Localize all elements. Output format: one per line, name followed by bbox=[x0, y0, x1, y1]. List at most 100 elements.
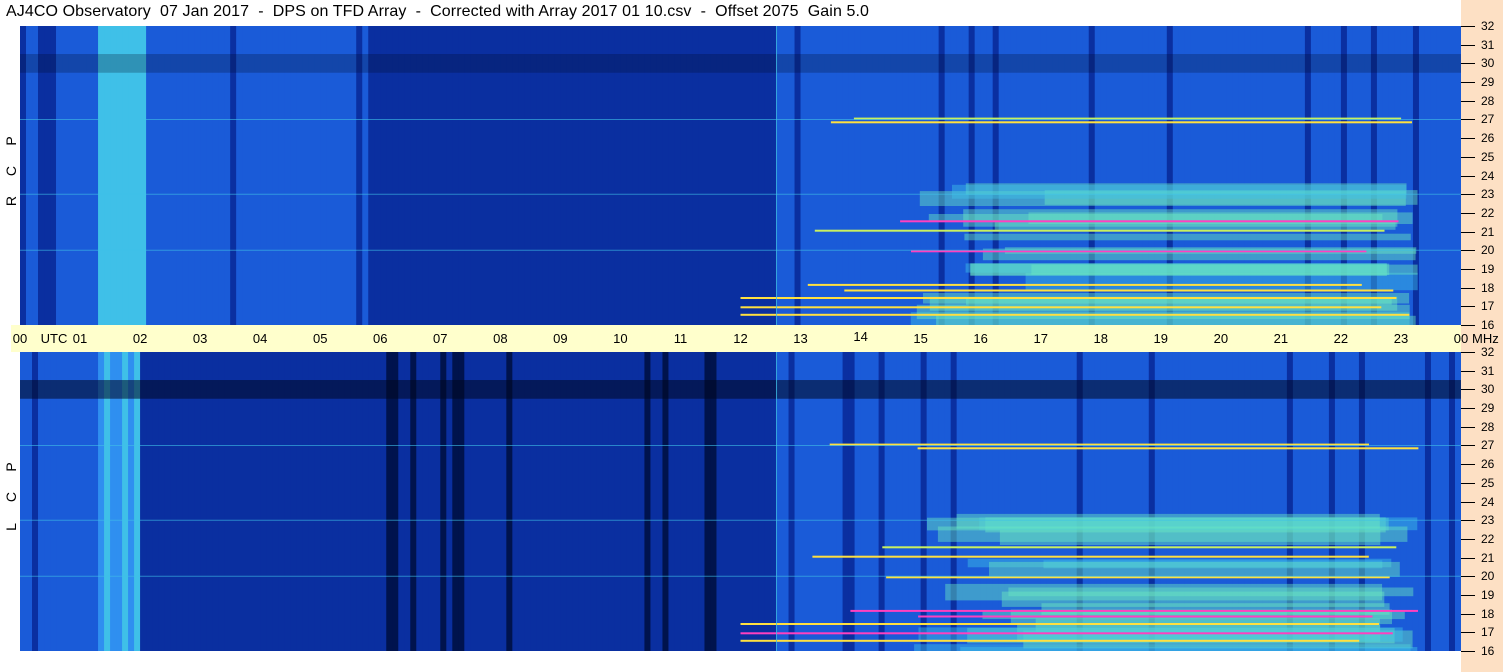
frequency-tick bbox=[1461, 464, 1475, 466]
frequency-tick bbox=[1461, 138, 1475, 140]
frequency-tick bbox=[1461, 632, 1475, 634]
time-tick-label: 18 bbox=[1093, 331, 1108, 346]
lcp-spectrogram bbox=[20, 352, 1461, 651]
interference-streak bbox=[882, 546, 1397, 549]
spectrogram-dark-row bbox=[20, 54, 1461, 73]
frequency-tick-label: 32 bbox=[1481, 19, 1495, 33]
frequency-tick-label: 24 bbox=[1481, 168, 1495, 183]
spectrogram-dark-row bbox=[20, 380, 1461, 399]
time-tick-label: 10 bbox=[613, 331, 628, 346]
time-tick-label: 22 bbox=[1333, 331, 1349, 346]
frequency-tick bbox=[1461, 63, 1475, 65]
frequency-tick-label: 19 bbox=[1481, 261, 1495, 276]
frequency-tick bbox=[1461, 156, 1475, 158]
time-tick-label: 04 bbox=[252, 331, 268, 346]
time-tick-label: 00 bbox=[1453, 331, 1469, 346]
spectrogram-glow bbox=[918, 627, 1403, 642]
time-tick-label: 07 bbox=[433, 331, 448, 346]
time-tick-label: 05 bbox=[312, 331, 328, 346]
frequency-tick bbox=[1461, 613, 1475, 615]
polarization-letter: L bbox=[3, 523, 19, 531]
time-tick-label: 12 bbox=[733, 331, 748, 346]
frequency-tick-label: 21 bbox=[1481, 224, 1495, 239]
frequency-tick bbox=[1461, 44, 1475, 46]
interference-streak bbox=[850, 609, 1418, 612]
time-tick-label: 00 bbox=[12, 331, 28, 346]
rcp-polarization-label: P C R bbox=[3, 126, 19, 216]
time-tick-label: 09 bbox=[553, 331, 568, 346]
frequency-tick bbox=[1461, 408, 1475, 410]
interference-streak bbox=[807, 283, 1362, 286]
time-tick-label: 21 bbox=[1273, 331, 1289, 346]
time-tick-label: 13 bbox=[793, 331, 808, 346]
time-tick-label: 16 bbox=[973, 331, 988, 346]
frequency-tick-label: 25 bbox=[1481, 149, 1495, 164]
frequency-tick-label: 32 bbox=[1481, 345, 1495, 359]
spectrogram-glow bbox=[937, 526, 1408, 542]
spectrogram-glow bbox=[952, 184, 1407, 199]
frequency-tick-label: 28 bbox=[1481, 419, 1495, 434]
frequency-tick-label: 19 bbox=[1481, 587, 1495, 602]
frequency-tick bbox=[1461, 250, 1475, 252]
frequency-tick bbox=[1461, 389, 1475, 391]
time-tick-label: 06 bbox=[373, 331, 388, 346]
frequency-tick-label: 27 bbox=[1481, 438, 1495, 453]
frequency-tick-label: 25 bbox=[1481, 475, 1495, 490]
frequency-tick bbox=[1461, 82, 1475, 84]
interference-streak bbox=[812, 555, 1369, 558]
frequency-tick bbox=[1461, 268, 1475, 270]
time-tick-label: 01 bbox=[72, 331, 88, 346]
chart-title: AJ4CO Observatory 07 Jan 2017 - DPS on T… bbox=[6, 3, 870, 20]
frequency-unit-label: MHz bbox=[1472, 331, 1499, 346]
frequency-tick-label: 29 bbox=[1481, 75, 1495, 90]
spectrogram-glow bbox=[960, 647, 1418, 651]
interference-streak bbox=[740, 306, 1382, 309]
frequency-tick bbox=[1461, 175, 1475, 177]
frequency-tick bbox=[1461, 306, 1475, 308]
time-axis-label: UTC bbox=[40, 331, 68, 346]
time-tick-label: 23 bbox=[1393, 331, 1409, 346]
time-tick-label: 20 bbox=[1213, 331, 1229, 346]
frequency-tick-label: 20 bbox=[1481, 243, 1495, 258]
spectrogram-glow bbox=[970, 263, 1387, 276]
frequency-tick-label: 16 bbox=[1481, 318, 1495, 332]
frequency-tick bbox=[1461, 325, 1475, 326]
frequency-tick-label: 28 bbox=[1481, 93, 1495, 108]
interference-streak bbox=[900, 220, 1399, 223]
interference-streak bbox=[740, 632, 1393, 635]
time-tick-label: 14 bbox=[853, 329, 868, 344]
interference-streak bbox=[844, 289, 1394, 292]
frequency-tick bbox=[1461, 287, 1475, 289]
time-tick-label: 17 bbox=[1033, 331, 1048, 346]
interference-streak bbox=[917, 447, 1419, 450]
frequency-tick-label: 17 bbox=[1481, 625, 1495, 640]
frequency-tick-label: 20 bbox=[1481, 569, 1495, 584]
polarization-letter: P bbox=[3, 462, 19, 472]
frequency-tick bbox=[1461, 352, 1475, 353]
time-axis: 00 01 02 03 04 05 06 07 08 09 10 11 12 13 14 15 16 17 18 19… bbox=[11, 325, 1499, 352]
interference-streak bbox=[740, 297, 1397, 299]
time-tick-label: 11 bbox=[673, 331, 688, 346]
polarization-letter: P bbox=[3, 136, 19, 146]
interference-streak bbox=[740, 313, 1410, 316]
frequency-tick bbox=[1461, 520, 1475, 522]
frequency-tick bbox=[1461, 194, 1475, 196]
frequency-tick-label: 18 bbox=[1481, 606, 1495, 621]
frequency-tick bbox=[1461, 538, 1475, 540]
frequency-tick-label: 21 bbox=[1481, 550, 1495, 565]
interference-streak bbox=[814, 229, 1385, 232]
spectrogram-glow bbox=[1008, 587, 1414, 597]
rcp-spectrogram-canvas bbox=[20, 26, 1461, 325]
frequency-tick bbox=[1461, 119, 1475, 121]
rcp-spectrogram bbox=[20, 26, 1461, 325]
frequency-tick-label: 29 bbox=[1481, 401, 1495, 416]
frequency-tick-label: 27 bbox=[1481, 112, 1495, 127]
frequency-tick-label: 22 bbox=[1481, 205, 1495, 220]
frequency-tick-label: 31 bbox=[1481, 363, 1495, 378]
frequency-tick bbox=[1461, 482, 1475, 484]
spectrogram-glow bbox=[956, 513, 1380, 529]
frequency-tick bbox=[1461, 576, 1475, 578]
frequency-tick bbox=[1461, 594, 1475, 596]
interference-streak bbox=[740, 639, 1360, 642]
polarization-letter: R bbox=[3, 195, 19, 207]
